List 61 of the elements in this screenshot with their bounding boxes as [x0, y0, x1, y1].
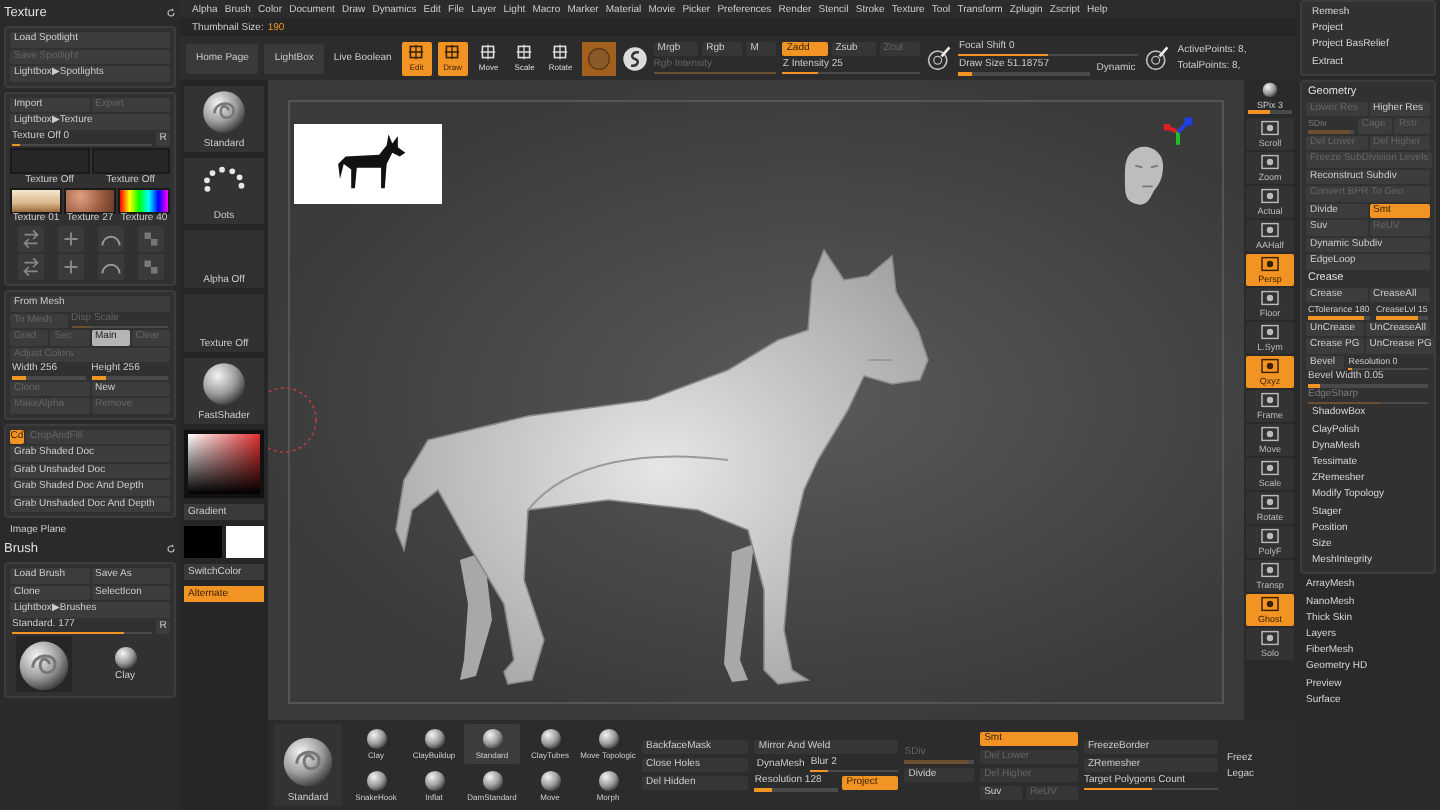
sphere-icon: [539, 770, 561, 792]
view-icon: [1260, 255, 1280, 271]
grid-icon[interactable]: [137, 226, 163, 252]
brush-thumbnail: [200, 88, 248, 136]
brush-thumbnail[interactable]: [10, 636, 78, 692]
view-icon: [1260, 153, 1280, 169]
view-icon: [1260, 561, 1280, 577]
sphere-icon: [481, 728, 503, 750]
sphere-icon: [423, 770, 445, 792]
view-icon: [1260, 357, 1280, 373]
view-icon: [1260, 323, 1280, 339]
view-icon: [1260, 527, 1280, 543]
grid-icon[interactable]: [137, 254, 163, 280]
texture-thumbnail: [118, 187, 170, 213]
view-icon: [1260, 595, 1280, 611]
brush-icon[interactable]: [926, 45, 953, 71]
view-icon: [1260, 119, 1280, 135]
texture-thumbnail: [10, 187, 62, 213]
tool-icon: [408, 44, 425, 60]
sphere-icon: [539, 728, 561, 750]
arc-icon[interactable]: [97, 226, 123, 252]
plus-icon[interactable]: [57, 254, 83, 280]
texture-thumbnail: [91, 148, 170, 174]
sphere-icon: [365, 770, 387, 792]
sphere-icon: [481, 770, 503, 792]
arc-icon[interactable]: [97, 254, 123, 280]
sphere-icon: [1260, 82, 1280, 98]
axis-gizmo-icon[interactable]: [1162, 116, 1194, 148]
texture-thumbnail: [64, 187, 116, 213]
texture-thumbnail: [10, 148, 89, 174]
sphere-icon: [423, 728, 445, 750]
brush-thumbnail: [280, 734, 336, 790]
tool-icon: [444, 44, 461, 60]
stroke-icon[interactable]: [621, 45, 648, 71]
view-icon: [1260, 425, 1280, 441]
view-icon: [1260, 629, 1280, 645]
secondary-color-swatch[interactable]: [226, 526, 264, 558]
main-color-swatch[interactable]: [184, 526, 222, 558]
view-icon: [1260, 221, 1280, 237]
sphere-icon: [585, 45, 612, 71]
sphere-icon: [597, 728, 619, 750]
sphere-icon: [200, 360, 248, 408]
refresh-icon[interactable]: [166, 544, 176, 554]
sphere-icon: [365, 728, 387, 750]
view-icon: [1260, 391, 1280, 407]
plus-icon[interactable]: [57, 226, 83, 252]
tool-icon: [516, 44, 533, 60]
refresh-icon[interactable]: [166, 8, 176, 18]
view-icon: [1260, 459, 1280, 475]
color-picker[interactable]: [184, 430, 264, 498]
viewport[interactable]: [268, 80, 1244, 720]
sphere-icon: [597, 770, 619, 792]
arrows-icon[interactable]: [17, 226, 43, 252]
tool-icon: [552, 44, 569, 60]
view-icon: [1260, 493, 1280, 509]
view-icon: [1260, 187, 1280, 203]
sphere-icon: [113, 646, 137, 670]
tool-icon: [480, 44, 497, 60]
view-icon: [1260, 289, 1280, 305]
brush-icon[interactable]: [1143, 45, 1170, 71]
arrows-icon[interactable]: [17, 254, 43, 280]
